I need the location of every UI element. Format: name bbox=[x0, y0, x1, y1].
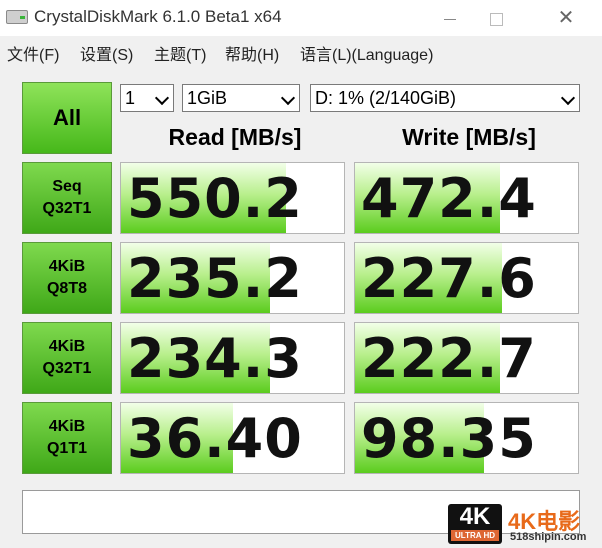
chevron-down-icon bbox=[281, 85, 295, 111]
drive-select[interactable]: D: 1% (2/140GiB) bbox=[310, 84, 580, 112]
write-result-cell: 472.4 bbox=[354, 162, 579, 234]
test-count-value: 1 bbox=[125, 88, 136, 108]
4k-badge: 4K ULTRA HD bbox=[448, 504, 502, 544]
row-label-line2: Q32T1 bbox=[42, 200, 92, 217]
row-label-line1: Seq bbox=[52, 178, 82, 195]
row-label-line2: Q8T8 bbox=[46, 280, 87, 297]
minimize-icon[interactable] bbox=[430, 4, 470, 32]
4kib-q8t8-button[interactable]: 4KiB Q8T8 bbox=[22, 242, 112, 314]
write-result-value: 222.7 bbox=[361, 327, 537, 390]
read-result-value: 234.3 bbox=[127, 327, 303, 390]
all-button[interactable]: All bbox=[22, 82, 112, 154]
row-label-line1: 4KiB bbox=[48, 338, 86, 355]
read-result-value: 36.40 bbox=[127, 407, 303, 470]
write-result-cell: 98.35 bbox=[354, 402, 579, 474]
window-title: CrystalDiskMark 6.1.0 Beta1 x64 bbox=[34, 7, 282, 26]
row-label-line2: Q1T1 bbox=[46, 440, 87, 457]
menu-bar: 文件(F) 设置(S) 主题(T) 帮助(H) 语言(L)(Language) bbox=[0, 36, 602, 68]
menu-help[interactable]: 帮助(H) bbox=[225, 41, 279, 65]
chevron-down-icon bbox=[561, 85, 575, 111]
read-result-cell: 36.40 bbox=[120, 402, 345, 474]
drive-value: D: 1% (2/140GiB) bbox=[315, 88, 457, 108]
read-result-cell: 550.2 bbox=[120, 162, 345, 234]
badge-text: 4K bbox=[459, 503, 491, 530]
row-label-line2: Q32T1 bbox=[42, 360, 92, 377]
title-bar: CrystalDiskMark 6.1.0 Beta1 x64 ✕ bbox=[0, 0, 602, 36]
read-result-cell: 234.3 bbox=[120, 322, 345, 394]
chevron-down-icon bbox=[155, 85, 169, 111]
watermark-logo: 4K ULTRA HD 4K电影 518shipin.com bbox=[448, 504, 600, 546]
seq-q32t1-button[interactable]: Seq Q32T1 bbox=[22, 162, 112, 234]
test-count-select[interactable]: 1 bbox=[120, 84, 174, 112]
write-result-value: 227.6 bbox=[361, 247, 537, 310]
write-result-cell: 227.6 bbox=[354, 242, 579, 314]
read-result-value: 235.2 bbox=[127, 247, 303, 310]
write-result-value: 98.35 bbox=[361, 407, 537, 470]
write-result-cell: 222.7 bbox=[354, 322, 579, 394]
maximize-icon[interactable] bbox=[476, 4, 516, 32]
read-result-value: 550.2 bbox=[127, 167, 303, 230]
4kib-q1t1-button[interactable]: 4KiB Q1T1 bbox=[22, 402, 112, 474]
read-header: Read [MB/s] bbox=[168, 124, 302, 150]
watermark-url: 518shipin.com bbox=[510, 531, 587, 543]
write-header: Write [MB/s] bbox=[402, 124, 536, 150]
row-label-line1: 4KiB bbox=[48, 258, 86, 275]
test-size-select[interactable]: 1GiB bbox=[182, 84, 300, 112]
menu-language[interactable]: 语言(L)(Language) bbox=[300, 41, 433, 65]
read-result-cell: 235.2 bbox=[120, 242, 345, 314]
4kib-q32t1-button[interactable]: 4KiB Q32T1 bbox=[22, 322, 112, 394]
close-icon[interactable]: ✕ bbox=[546, 4, 586, 32]
badge-subtext: ULTRA HD bbox=[451, 530, 499, 541]
menu-theme[interactable]: 主题(T) bbox=[154, 41, 206, 65]
app-disk-icon bbox=[6, 8, 28, 28]
test-size-value: 1GiB bbox=[187, 88, 228, 108]
row-label-line1: 4KiB bbox=[48, 418, 86, 435]
menu-file[interactable]: 文件(F) bbox=[7, 41, 59, 65]
write-result-value: 472.4 bbox=[361, 167, 537, 230]
menu-settings[interactable]: 设置(S) bbox=[80, 41, 133, 65]
